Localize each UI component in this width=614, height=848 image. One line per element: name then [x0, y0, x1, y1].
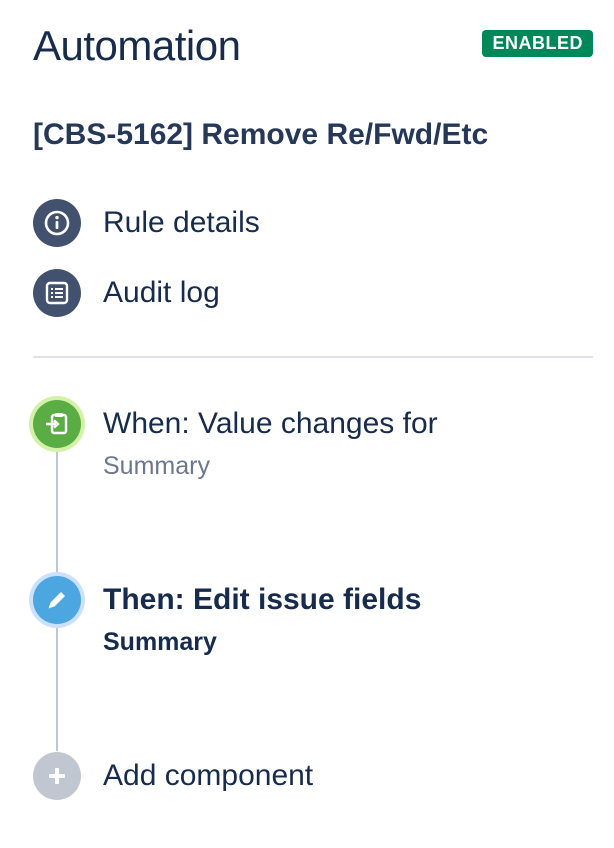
rule-name: [CBS-5162] Remove Re/Fwd/Etc — [33, 118, 489, 151]
add-component-label[interactable]: Add component — [103, 759, 313, 793]
plus-icon[interactable] — [33, 752, 81, 800]
status-badge: ENABLED — [482, 30, 593, 57]
nav-item-audit-log[interactable]: Audit log — [33, 268, 593, 318]
page-title: Automation — [33, 22, 241, 69]
pencil-icon[interactable] — [33, 576, 81, 624]
info-icon — [33, 199, 81, 247]
trigger-title[interactable]: When: Value changes for — [103, 407, 438, 441]
nav-label-audit-log: Audit log — [103, 276, 220, 309]
trigger-subtitle: Summary — [103, 452, 210, 480]
header: Automation ENABLED — [33, 18, 593, 78]
action-step[interactable]: Then: Edit issue fields Summary — [33, 576, 593, 666]
trigger-icon[interactable] — [33, 400, 81, 448]
nav-label-rule-details: Rule details — [103, 206, 260, 239]
divider — [33, 356, 593, 358]
trigger-step[interactable]: When: Value changes for Summary — [33, 400, 593, 490]
list-icon — [33, 269, 81, 317]
action-subtitle: Summary — [103, 628, 217, 656]
add-component-step[interactable]: Add component — [33, 752, 593, 802]
nav-item-rule-details[interactable]: Rule details — [33, 198, 593, 248]
action-title[interactable]: Then: Edit issue fields — [103, 583, 421, 617]
